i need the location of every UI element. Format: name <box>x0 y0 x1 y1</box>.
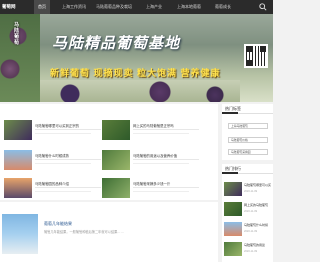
grape-image <box>40 80 240 102</box>
article-thumbnail[interactable] <box>102 150 130 170</box>
hero-banner[interactable]: 马陆葡萄 马陆精品葡萄基地 新鲜葡萄 现摘现卖 粒大饱满 营养健康 <box>0 14 273 102</box>
hot-title[interactable]: 马陆葡萄的用途 <box>244 243 274 247</box>
site-logo[interactable]: 葡萄网 <box>0 0 22 14</box>
nav-item-home[interactable]: 首页 <box>34 0 50 14</box>
article-thumbnail[interactable] <box>4 150 32 170</box>
banner-subtitle: 新鲜葡萄 现摘现卖 粒大饱满 营养健康 <box>50 68 221 78</box>
hot-date: 2020-11-09 <box>244 210 258 213</box>
banner-vertical-text: 马陆葡萄 <box>14 22 20 46</box>
nav-item-news[interactable]: 上海工作资讯 <box>58 0 90 14</box>
hot-thumbnail[interactable] <box>224 182 242 196</box>
article-title[interactable]: 马陆葡萄园的品种介绍 <box>35 181 105 186</box>
tag-link[interactable]: 上海马陆葡萄 <box>228 123 268 129</box>
hot-item[interactable]: 马陆葡萄哪里可以买 2020-11-09 <box>224 182 273 200</box>
banner-title: 马陆精品葡萄基地 <box>52 34 181 52</box>
hot-title[interactable]: 马陆葡萄什么时候 <box>244 223 274 227</box>
article-title[interactable]: 马陆葡萄哪里可以买到正宗的 <box>35 123 105 128</box>
hot-date: 2020-11-09 <box>244 230 258 233</box>
nav-item-varieties[interactable]: 马陆葡萄品种及栽培 <box>92 0 136 14</box>
nav-item-industry[interactable]: 上海产业 <box>142 0 166 14</box>
hot-panel: 热门排行 马陆葡萄哪里可以买 2020-11-09 网上买的马陆葡萄 2020-… <box>222 164 273 262</box>
hot-item[interactable]: 马陆葡萄的用途 2020-11-09 <box>224 242 273 260</box>
article-grid: 马陆葡萄哪里可以买到正宗的 网上买的马陆葡萄是正宗吗 马陆葡萄什么时候成熟 马陆… <box>0 104 218 200</box>
tag-link[interactable]: 马陆葡萄价格 <box>228 137 268 143</box>
hot-thumbnail[interactable] <box>224 242 242 256</box>
nav-item-growth[interactable]: 葡萄成长 <box>210 0 236 14</box>
featured-description: 葡萄几年能结果，一般葡萄种植后第二年就可以结果…… <box>44 230 124 234</box>
featured-thumbnail[interactable] <box>2 214 38 254</box>
article-thumbnail[interactable] <box>4 178 32 198</box>
article-card[interactable]: 马陆葡萄采摘多少钱一斤 <box>102 178 202 200</box>
article-thumbnail[interactable] <box>4 120 32 140</box>
tags-panel: 热门标签 上海马陆葡萄 马陆葡萄价格 马陆葡萄采摘园 <box>222 104 273 160</box>
hot-title[interactable]: 马陆葡萄哪里可以买 <box>244 183 274 187</box>
hot-item[interactable]: 网上买的马陆葡萄 2020-11-09 <box>224 202 273 220</box>
top-nav: 葡萄网 首页 上海工作资讯 马陆葡萄品种及栽培 上海产业 上海本地葡萄 葡萄成长 <box>0 0 273 14</box>
article-card[interactable]: 马陆葡萄园的品种介绍 <box>4 178 104 200</box>
article-title[interactable]: 网上买的马陆葡萄是正宗吗 <box>133 123 203 128</box>
tag-link[interactable]: 马陆葡萄采摘园 <box>228 149 268 155</box>
hot-date: 2020-11-09 <box>244 250 258 253</box>
hot-thumbnail[interactable] <box>224 222 242 236</box>
hot-title[interactable]: 网上买的马陆葡萄 <box>244 203 274 207</box>
article-title[interactable]: 马陆葡萄采摘多少钱一斤 <box>133 181 203 186</box>
hot-date: 2020-11-09 <box>244 190 258 193</box>
featured-article[interactable]: 葡萄几年能结果 葡萄几年能结果，一般葡萄种植后第二年就可以结果…… <box>0 202 218 262</box>
qr-code <box>244 44 268 68</box>
article-card[interactable]: 网上买的马陆葡萄是正宗吗 <box>102 120 202 142</box>
article-thumbnail[interactable] <box>102 178 130 198</box>
article-thumbnail[interactable] <box>102 120 130 140</box>
search-icon[interactable] <box>259 3 267 11</box>
hot-thumbnail[interactable] <box>224 202 242 216</box>
article-title[interactable]: 马陆葡萄的用途以及营养价值 <box>133 153 203 158</box>
grape-photo: 马陆葡萄 <box>0 14 40 102</box>
article-card[interactable]: 马陆葡萄哪里可以买到正宗的 <box>4 120 104 142</box>
article-card[interactable]: 马陆葡萄什么时候成熟 <box>4 150 104 172</box>
hot-item[interactable]: 马陆葡萄什么时候 2020-11-09 <box>224 222 273 240</box>
featured-title[interactable]: 葡萄几年能结果 <box>44 221 72 227</box>
nav-item-local[interactable]: 上海本地葡萄 <box>172 0 206 14</box>
article-card[interactable]: 马陆葡萄的用途以及营养价值 <box>102 150 202 172</box>
article-title[interactable]: 马陆葡萄什么时候成熟 <box>35 153 105 158</box>
